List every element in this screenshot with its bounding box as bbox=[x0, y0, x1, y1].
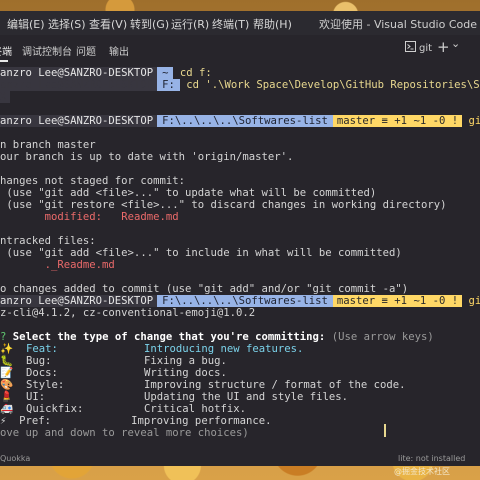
terminal-line: o changes added to commit (use "git add"… bbox=[0, 283, 409, 295]
terminal-line: hanges not staged for commit: bbox=[0, 175, 185, 187]
command-text: cd f: bbox=[179, 67, 212, 79]
terminal-line: ntracked files: bbox=[0, 235, 96, 247]
menu-run[interactable]: 运行(R) bbox=[171, 16, 209, 32]
question-text: Select the type of change that you're co… bbox=[12, 331, 326, 343]
command-text: git bbox=[468, 115, 480, 127]
choice-name: Bug: bbox=[25, 355, 52, 367]
choice-name: Quickfix: bbox=[25, 403, 84, 415]
choice-desc: Writing docs. bbox=[143, 367, 227, 379]
menu-edit[interactable]: 编辑(E) bbox=[7, 16, 45, 32]
terminal-line: (use "git restore <file>..." to discard … bbox=[0, 199, 447, 211]
prompt-dir: F: bbox=[157, 79, 180, 91]
prompt-dir: ~ bbox=[157, 67, 174, 79]
bug-icon: 🐛 bbox=[0, 355, 14, 367]
choice-item-pref[interactable]: ⚡ Pref: Improving performance. bbox=[0, 415, 271, 427]
tab-output[interactable]: 输出 bbox=[109, 43, 129, 58]
tab-terminal[interactable]: 终端 bbox=[0, 43, 12, 58]
lipstick-icon: 💄 bbox=[0, 391, 14, 403]
terminal-line: ._Readme.md bbox=[0, 259, 115, 271]
terminal-line: X bbox=[0, 91, 11, 103]
chevron-down-icon[interactable]: ⌄ bbox=[451, 37, 460, 50]
terminal-line: anzro Lee@SANZRO-DESKTOP F:\..\..\..\Soft… bbox=[0, 295, 480, 307]
sparkles-icon: ✨ bbox=[0, 343, 14, 355]
choice-desc: Improving performance. bbox=[131, 415, 272, 427]
command-text: git bbox=[468, 295, 480, 307]
prompt-user: anzro Lee@SANZRO-DESKTOP bbox=[0, 67, 158, 79]
untracked-file: ._Readme.md bbox=[44, 259, 115, 271]
terminal-shell-icon bbox=[405, 41, 416, 55]
terminal-line: anzro Lee@SANZRO-DESKTOP ~ cd f: bbox=[0, 67, 212, 79]
terminal-shell-name[interactable]: git bbox=[419, 43, 432, 54]
terminal-line: anzro Lee@SANZRO-DESKTOP F: cd '.\Work Sp… bbox=[0, 79, 480, 91]
choice-name: Style: bbox=[25, 379, 65, 391]
terminal-line: our branch is up to date with 'origin/ma… bbox=[0, 151, 294, 163]
panel-tabs: 终端 调试控制台 问题 输出 git + ⌄ bbox=[0, 35, 480, 63]
terminal-line: modified: Readme.md bbox=[0, 211, 179, 223]
choice-item-quickfix[interactable]: 🚑 Quickfix: Critical hotfix. bbox=[0, 403, 246, 415]
choice-name: Pref: bbox=[19, 415, 52, 427]
active-tab-indicator bbox=[0, 60, 8, 62]
new-terminal-button[interactable]: + bbox=[437, 38, 450, 56]
modified-label: modified: bbox=[44, 211, 103, 223]
terminal-output[interactable]: anzro Lee@SANZRO-DESKTOP ~ cd f: anzro Le… bbox=[0, 67, 480, 447]
status-lint[interactable]: lite: not installed bbox=[398, 454, 465, 463]
choice-name: UI: bbox=[25, 391, 46, 403]
git-status-segment: master ≡ +1 ~1 -0 ! bbox=[332, 295, 463, 307]
terminal-line: n branch master bbox=[0, 139, 96, 151]
prompt-question: ? Select the type of change that you're … bbox=[0, 331, 434, 343]
prompt-user: anzro Lee@SANZRO-DESKTOP bbox=[0, 295, 158, 307]
tab-problems[interactable]: 问题 bbox=[76, 43, 96, 58]
menu-go[interactable]: 转到(G) bbox=[130, 16, 169, 32]
prompt-dir: F:\..\..\..\Softwares-list bbox=[157, 115, 333, 127]
prompt-dir: F:\..\..\..\Softwares-list bbox=[157, 295, 333, 307]
menu-bar: 编辑(E) 选择(S) 查看(V) 转到(G) 运行(R) 终端(T) 帮助(H… bbox=[0, 11, 480, 35]
choice-item-feat[interactable]: ✨ Feat: Introducing new features. bbox=[0, 343, 303, 355]
choice-item-style[interactable]: 🎨 Style: Improving structure / format of … bbox=[0, 379, 405, 391]
choice-name: Feat: bbox=[25, 343, 58, 355]
choice-desc: Introducing new features. bbox=[143, 343, 304, 355]
terminal-cursor bbox=[384, 424, 386, 437]
status-bar: Quokka lite: not installed bbox=[0, 452, 480, 466]
window-title: 欢迎使用 - Visual Studio Code bbox=[319, 18, 477, 31]
menu-view[interactable]: 查看(V) bbox=[89, 16, 127, 32]
terminal-line: z-cli@4.1.2, cz-conventional-emoji@1.0.2 bbox=[0, 307, 256, 319]
choice-desc: Improving structure / format of the code… bbox=[143, 379, 406, 391]
menu-terminal[interactable]: 终端(T) bbox=[212, 16, 249, 32]
choice-item-docs[interactable]: 📝 Docs: Writing docs. bbox=[0, 367, 227, 379]
watermark: @掘金技术社区 bbox=[394, 467, 450, 476]
tab-debug-console[interactable]: 调试控制台 bbox=[22, 43, 72, 58]
choice-desc: Critical hotfix. bbox=[143, 403, 247, 415]
palette-icon: 🎨 bbox=[0, 379, 14, 391]
question-hint: (Use arrow keys) bbox=[331, 331, 434, 343]
choice-item-ui[interactable]: 💄 UI: Updating the UI and style files. bbox=[0, 391, 348, 403]
status-quokka[interactable]: Quokka bbox=[0, 454, 30, 463]
menu-selection[interactable]: 选择(S) bbox=[48, 16, 86, 32]
choice-desc: Updating the UI and style files. bbox=[143, 391, 349, 403]
prompt-user: anzro Lee@SANZRO-DESKTOP bbox=[0, 115, 158, 127]
question-mark: ? bbox=[0, 331, 7, 343]
command-text: cd '.\Work Space\Develop\GitHub Reposito… bbox=[186, 79, 480, 91]
terminal-line: (use "git add <file>..." to include in w… bbox=[0, 247, 402, 259]
git-status-segment: master ≡ +1 ~1 -0 ! bbox=[332, 115, 463, 127]
choice-name: Docs: bbox=[25, 367, 58, 379]
menu-help[interactable]: 帮助(H) bbox=[253, 16, 292, 32]
terminal-line: anzro Lee@SANZRO-DESKTOP F:\..\..\..\Soft… bbox=[0, 115, 480, 127]
memo-icon: 📝 bbox=[0, 367, 14, 379]
choice-item-bug[interactable]: 🐛 Bug: Fixing a bug. bbox=[0, 355, 227, 367]
vscode-window: 编辑(E) 选择(S) 查看(V) 转到(G) 运行(R) 终端(T) 帮助(H… bbox=[0, 11, 480, 466]
modified-file: Readme.md bbox=[121, 211, 179, 223]
ambulance-icon: 🚑 bbox=[0, 403, 14, 415]
choices-footer: ove up and down to reveal more choices) bbox=[0, 427, 249, 439]
choice-desc: Fixing a bug. bbox=[143, 355, 227, 367]
terminal-line: (use "git add <file>..." to update what … bbox=[0, 187, 377, 199]
